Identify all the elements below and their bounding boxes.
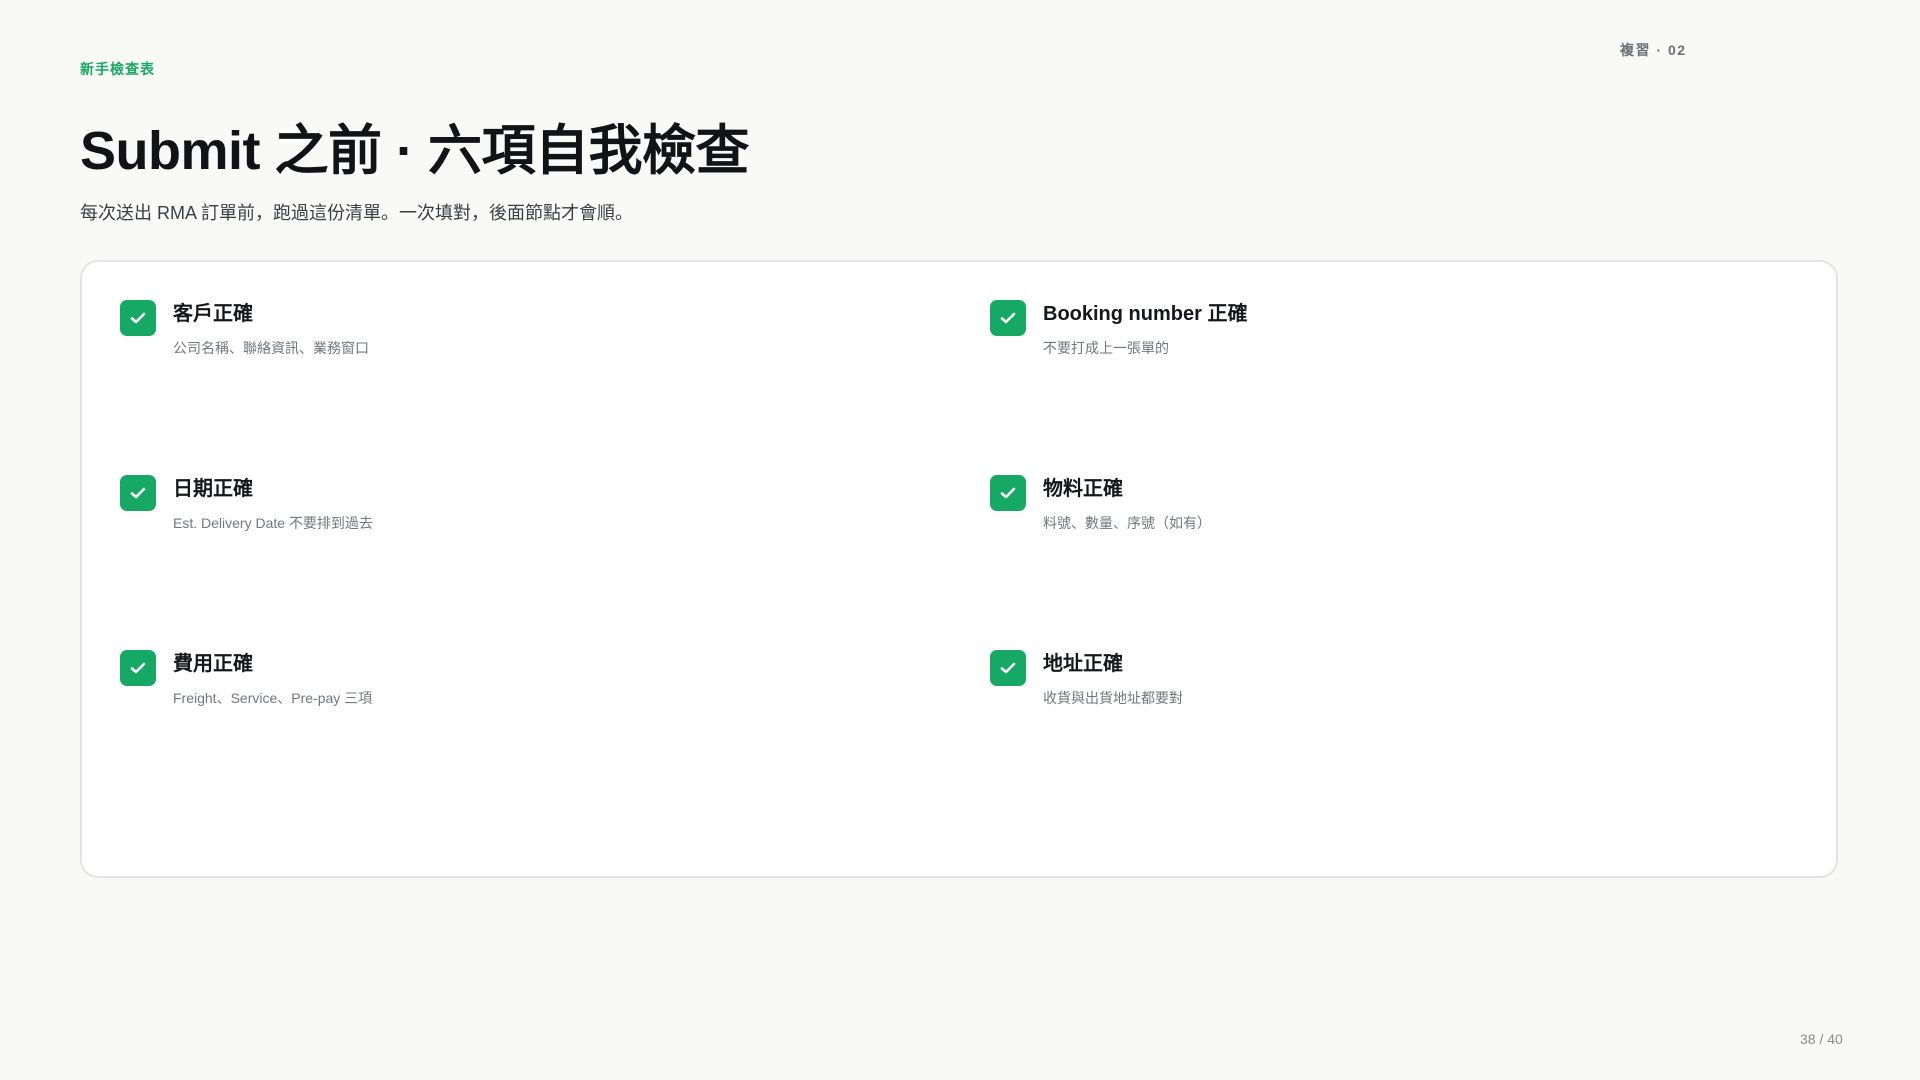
check-icon [990, 475, 1026, 511]
section-eyebrow: 新手檢查表 [80, 61, 155, 77]
check-icon [120, 300, 156, 336]
checklist-item-desc: 公司名稱、聯絡資訊、業務窗口 [173, 340, 369, 356]
checklist-item-title: 客戶正確 [173, 303, 253, 325]
checklist-item-title: 費用正確 [173, 653, 253, 675]
page-subtitle: 每次送出 RMA 訂單前，跑過這份清單。一次填對，後面節點才會順。 [80, 203, 634, 223]
review-tag: 複習 · 02 [1620, 42, 1687, 58]
check-icon [990, 300, 1026, 336]
checklist-item-title: Booking number 正確 [1043, 303, 1248, 325]
checklist-item-cost: 費用正確 Freight、Service、Pre-pay 三項 [120, 650, 920, 730]
checklist-item-desc: Est. Delivery Date 不要排到過去 [173, 515, 373, 531]
checklist-item-title: 日期正確 [173, 478, 253, 500]
checklist-item-material: 物料正確 料號、數量、序號（如有） [990, 475, 1790, 555]
checklist-item-desc: 料號、數量、序號（如有） [1043, 515, 1211, 531]
checklist-item-desc: 收貨與出貨地址都要對 [1043, 690, 1183, 706]
check-icon [120, 475, 156, 511]
checklist-item-date: 日期正確 Est. Delivery Date 不要排到過去 [120, 475, 920, 555]
checklist-item-booking-number: Booking number 正確 不要打成上一張單的 [990, 300, 1790, 380]
checklist-item-title: 地址正確 [1043, 653, 1123, 675]
check-icon [990, 650, 1026, 686]
checklist-card: 客戶正確 公司名稱、聯絡資訊、業務窗口 Booking number 正確 不要… [80, 260, 1838, 878]
check-icon [120, 650, 156, 686]
page-number: 38 / 40 [1800, 1031, 1843, 1047]
page-title: Submit 之前 · 六項自我檢查 [80, 121, 749, 181]
checklist-item-desc: 不要打成上一張單的 [1043, 340, 1169, 356]
checklist-item-address: 地址正確 收貨與出貨地址都要對 [990, 650, 1790, 730]
checklist-item-title: 物料正確 [1043, 478, 1123, 500]
checklist-item-customer: 客戶正確 公司名稱、聯絡資訊、業務窗口 [120, 300, 920, 380]
checklist-item-desc: Freight、Service、Pre-pay 三項 [173, 690, 373, 706]
